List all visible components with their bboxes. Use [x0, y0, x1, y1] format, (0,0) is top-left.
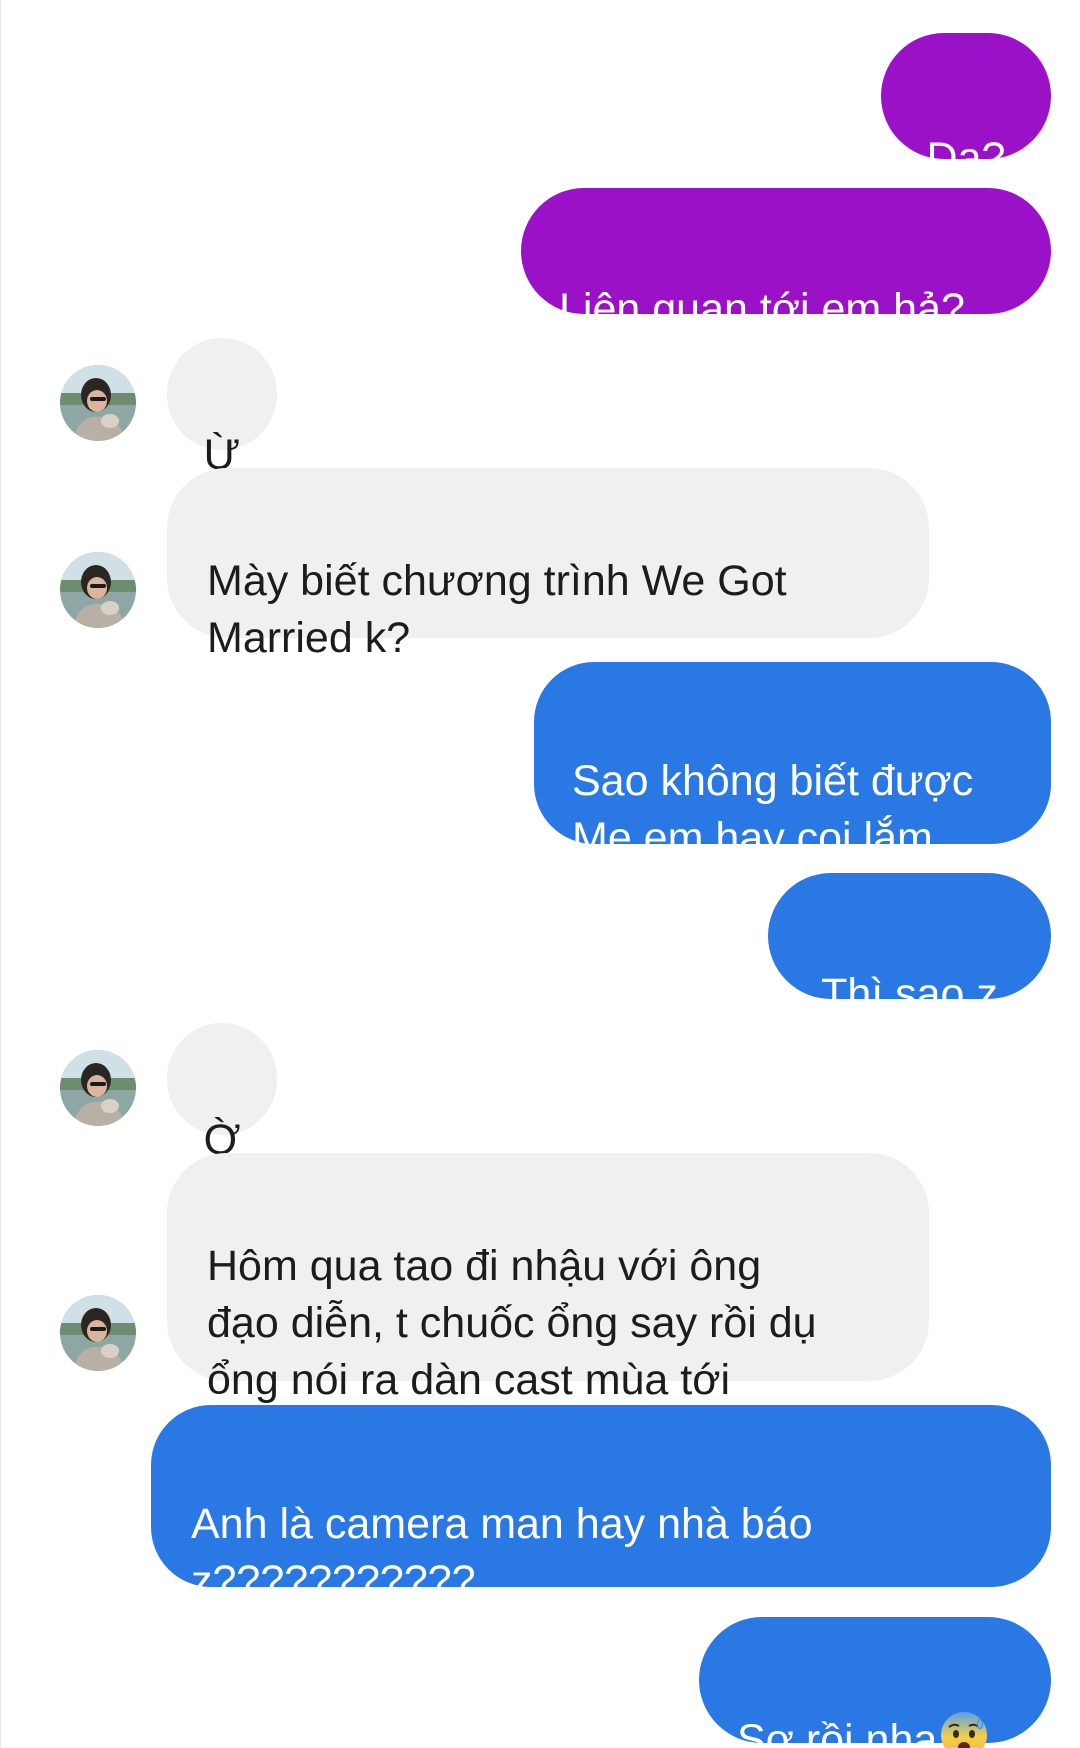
message-bubble-sent[interactable]: Sợ rồi nha	[699, 1617, 1051, 1748]
message-text: Dạ?	[926, 134, 1006, 182]
anxious-face-with-sweat-icon	[939, 1710, 989, 1748]
avatar-photo-icon	[60, 365, 136, 441]
contact-avatar[interactable]	[60, 1050, 136, 1126]
message-text: Hôm qua tao đi nhậu với ông đạo diễn, t …	[207, 1242, 817, 1404]
message-bubble-sent[interactable]: Anh là camera man hay nhà báo z?????????…	[151, 1405, 1051, 1605]
message-bubble-received[interactable]: Ờ	[167, 1023, 277, 1164]
message-text: Anh là camera man hay nhà báo z?????????…	[191, 1500, 813, 1605]
avatar-photo-icon	[60, 1295, 136, 1371]
message-bubble-sent[interactable]: Sao không biết được Mẹ em hay coi lắm	[534, 662, 1051, 862]
message-bubble-received[interactable]: Mày biết chương trình We Got Married k?	[167, 468, 929, 662]
message-bubble-sent[interactable]: Liên quan tới em hả?	[521, 188, 1051, 333]
message-text: Sao không biết được Mẹ em hay coi lắm	[572, 757, 974, 862]
avatar-photo-icon	[60, 552, 136, 628]
avatar-photo-icon	[60, 1050, 136, 1126]
message-bubble-sent[interactable]: Thì sao z	[768, 873, 1051, 1018]
message-bubble-sent[interactable]: Dạ?	[881, 33, 1051, 182]
message-text: Liên quan tới em hả?	[559, 285, 965, 333]
contact-avatar[interactable]	[60, 1295, 136, 1371]
contact-avatar[interactable]	[60, 552, 136, 628]
chat-thread: Dạ? Liên quan tới em hả? Ừ Mày biết chươ…	[0, 0, 1080, 1748]
message-bubble-received[interactable]: Ừ	[167, 338, 277, 479]
message-text: Thì sao z	[821, 970, 998, 1018]
contact-avatar[interactable]	[60, 365, 136, 441]
message-bubble-received[interactable]: Hôm qua tao đi nhậu với ông đạo diễn, t …	[167, 1153, 929, 1404]
message-text: Sợ rồi nha	[737, 1716, 938, 1748]
message-text: Mày biết chương trình We Got Married k?	[207, 557, 787, 662]
